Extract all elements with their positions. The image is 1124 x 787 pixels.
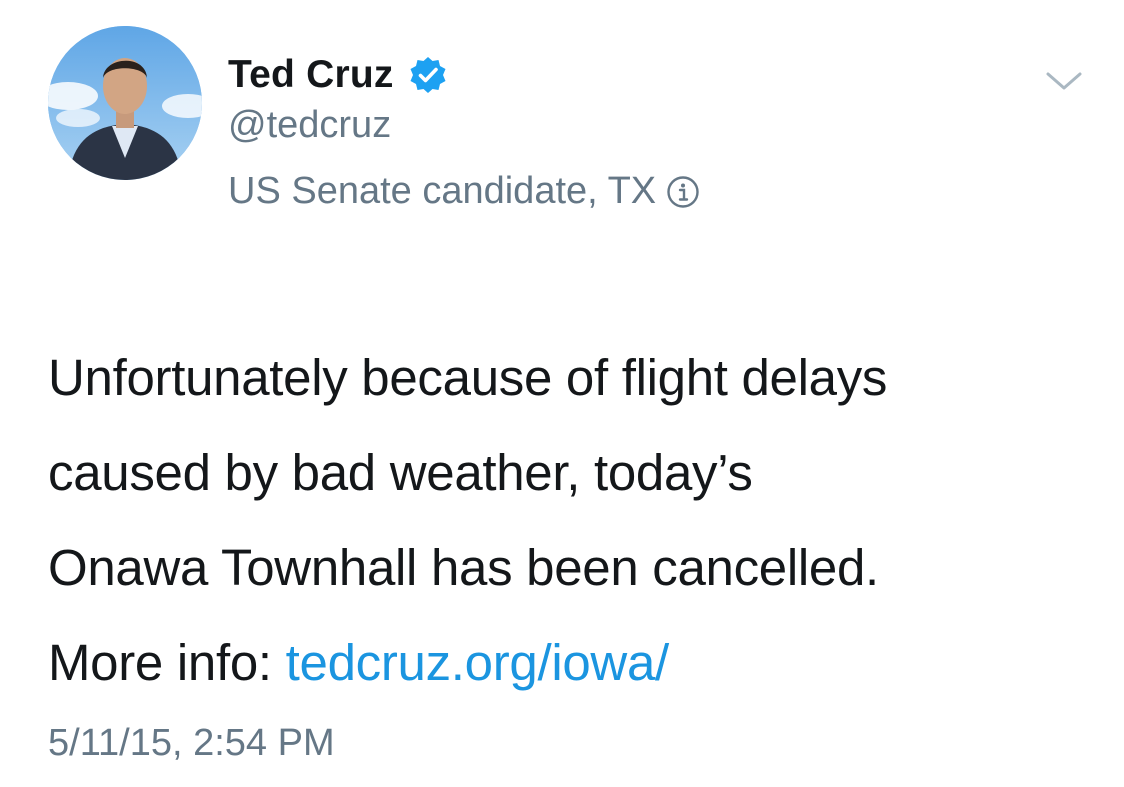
more-info-line: More info: tedcruz.org/iowa/ [48, 615, 1108, 710]
timestamp[interactable]: 5/11/15, 2:54 PM [48, 722, 335, 765]
tweet-text-line: Unfortunately because of flight delays [48, 349, 888, 406]
verified-badge-icon [408, 55, 448, 95]
tweet-card: Ted Cruz @tedcruz US Senate candidate, T… [0, 0, 1124, 787]
display-name[interactable]: Ted Cruz [228, 53, 394, 97]
chevron-down-icon[interactable] [1042, 66, 1086, 96]
tweet-text-line: Onawa Townhall has been cancelled. [48, 539, 879, 596]
tweet-text-line: caused by bad weather, today’s [48, 444, 753, 501]
account-label-row: US Senate candidate, TX [228, 170, 700, 213]
more-info-label: More info: [48, 634, 286, 691]
info-icon[interactable] [666, 175, 700, 209]
handle[interactable]: @tedcruz [228, 104, 391, 147]
avatar-photo [48, 26, 202, 180]
tweet-text: Unfortunately because of flight delays c… [48, 330, 1108, 710]
avatar[interactable] [48, 26, 202, 180]
author-name-row: Ted Cruz [228, 50, 448, 100]
tweet-link[interactable]: tedcruz.org/iowa/ [286, 634, 670, 691]
account-label: US Senate candidate, TX [228, 170, 657, 212]
